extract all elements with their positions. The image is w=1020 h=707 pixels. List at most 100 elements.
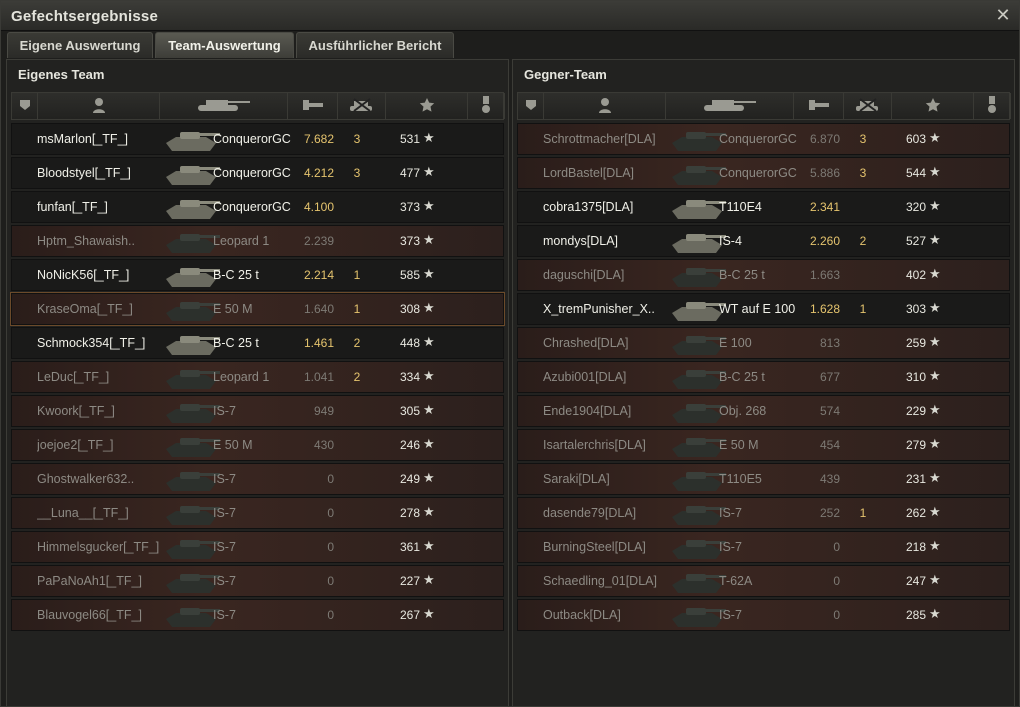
player-row[interactable]: Chrashed[DLA] E 100 813 259 ★ xyxy=(517,327,1010,359)
player-name[interactable]: Hptm_Shawaish.. xyxy=(37,234,177,248)
player-name[interactable]: Azubi001[DLA] xyxy=(543,370,683,384)
player-name[interactable]: Saraki[DLA] xyxy=(543,472,683,486)
player-row[interactable]: Bloodstyel[_TF_] ConquerorGC 4.212 3 477 ★ xyxy=(11,157,504,189)
player-name[interactable]: X_tremPunisher_X.. xyxy=(543,302,683,316)
vehicle-name: IS-7 xyxy=(213,506,236,520)
vehicle-name: IS-7 xyxy=(719,540,742,554)
tab-team-evaluation[interactable]: Team-Auswertung xyxy=(155,32,294,58)
player-name[interactable]: funfan[_TF_] xyxy=(37,200,177,214)
player-row[interactable]: KraseOma[_TF_] E 50 M 1.640 1 308 ★ xyxy=(10,292,505,326)
tab-own-evaluation[interactable]: Eigene Auswertung xyxy=(7,32,153,58)
player-name[interactable]: LordBastel[DLA] xyxy=(543,166,683,180)
column-header-platoon[interactable] xyxy=(12,93,38,119)
column-header-player[interactable] xyxy=(38,93,160,119)
player-row[interactable]: Azubi001[DLA] B-C 25 t 677 310 ★ xyxy=(517,361,1010,393)
damage-value: 4.212 xyxy=(303,166,334,180)
player-name[interactable]: NoNicK56[_TF_] xyxy=(37,268,177,282)
damage-value: 0 xyxy=(833,540,840,554)
xp-value: 227 xyxy=(399,574,420,588)
player-name[interactable]: KraseOma[_TF_] xyxy=(37,302,177,316)
close-icon[interactable]: ✕ xyxy=(993,5,1013,25)
column-header-tank[interactable] xyxy=(160,93,288,119)
player-name[interactable]: Ghostwalker632.. xyxy=(37,472,177,486)
player-row[interactable]: X_tremPunisher_X.. WT auf E 100 1.628 1 303 ★ xyxy=(517,293,1010,325)
player-row[interactable]: cobra1375[DLA] T110E4 2.341 320 ★ xyxy=(517,191,1010,223)
player-row[interactable]: Himmelsgucker[_TF_] IS-7 0 361 ★ xyxy=(11,531,504,563)
player-row[interactable]: Schmock354[_TF_] B-C 25 t 1.461 2 448 ★ xyxy=(11,327,504,359)
vehicle-name: Leopard 1 xyxy=(213,234,270,248)
player-name[interactable]: Schrottmacher[DLA] xyxy=(543,132,683,146)
player-name[interactable]: Ende1904[DLA] xyxy=(543,404,683,418)
damage-value: 430 xyxy=(313,438,334,452)
enemy-team-panel: Gegner-Team Schrottmacher[DLA] ConquerorG… xyxy=(512,59,1015,707)
player-name[interactable]: Schmock354[_TF_] xyxy=(37,336,177,350)
column-header-damage[interactable] xyxy=(288,93,338,119)
damage-value: 454 xyxy=(819,438,840,452)
player-name[interactable]: Isartalerchris[DLA] xyxy=(543,438,683,452)
column-header-platoon[interactable] xyxy=(518,93,544,119)
player-name[interactable]: PaPaNoAh1[_TF_] xyxy=(37,574,177,588)
player-row[interactable]: __Luna__[_TF_] IS-7 0 278 ★ xyxy=(11,497,504,529)
tab-detailed-report[interactable]: Ausführlicher Bericht xyxy=(296,32,454,58)
player-name[interactable]: Schaedling_01[DLA] xyxy=(543,574,683,588)
damage-value: 0 xyxy=(327,540,334,554)
player-row[interactable]: BurningSteel[DLA] IS-7 0 218 ★ xyxy=(517,531,1010,563)
player-name[interactable]: Blauvogel66[_TF_] xyxy=(37,608,177,622)
player-row[interactable]: PaPaNoAh1[_TF_] IS-7 0 227 ★ xyxy=(11,565,504,597)
player-name[interactable]: daguschi[DLA] xyxy=(543,268,683,282)
player-row[interactable]: Saraki[DLA] T110E5 439 231 ★ xyxy=(517,463,1010,495)
player-row[interactable]: dasende79[DLA] IS-7 252 1 262 ★ xyxy=(517,497,1010,529)
player-name[interactable]: Outback[DLA] xyxy=(543,608,683,622)
player-row[interactable]: daguschi[DLA] B-C 25 t 1.663 402 ★ xyxy=(517,259,1010,291)
star-icon: ★ xyxy=(423,470,435,485)
column-header-medal[interactable] xyxy=(974,93,1011,119)
column-header-tank[interactable] xyxy=(666,93,794,119)
player-name[interactable]: cobra1375[DLA] xyxy=(543,200,683,214)
player-name[interactable]: BurningSteel[DLA] xyxy=(543,540,683,554)
star-icon: ★ xyxy=(929,130,941,145)
player-row[interactable]: Hptm_Shawaish.. Leopard 1 2.239 373 ★ xyxy=(11,225,504,257)
column-header-kills[interactable] xyxy=(338,93,386,119)
kills-value: 2 xyxy=(859,234,867,248)
platoon-icon xyxy=(18,98,32,115)
xp-value: 531 xyxy=(399,132,420,146)
player-name[interactable]: Chrashed[DLA] xyxy=(543,336,683,350)
column-header-damage[interactable] xyxy=(794,93,844,119)
player-row[interactable]: NoNicK56[_TF_] B-C 25 t 2.214 1 585 ★ xyxy=(11,259,504,291)
player-row[interactable]: Isartalerchris[DLA] E 50 M 454 279 ★ xyxy=(517,429,1010,461)
player-row[interactable]: Schrottmacher[DLA] ConquerorGC 6.870 3 603 ★ xyxy=(517,123,1010,155)
player-row[interactable]: LeDuc[_TF_] Leopard 1 1.041 2 334 ★ xyxy=(11,361,504,393)
column-header-xp[interactable] xyxy=(386,93,468,119)
player-row[interactable]: Ghostwalker632.. IS-7 0 249 ★ xyxy=(11,463,504,495)
column-header-player[interactable] xyxy=(544,93,666,119)
column-header-xp[interactable] xyxy=(892,93,974,119)
damage-icon xyxy=(807,97,831,116)
column-header-medal[interactable] xyxy=(468,93,505,119)
own-team-title: Eigenes Team xyxy=(18,67,105,82)
player-name[interactable]: mondys[DLA] xyxy=(543,234,683,248)
xp-value: 585 xyxy=(399,268,420,282)
player-name[interactable]: __Luna__[_TF_] xyxy=(37,506,177,520)
star-icon: ★ xyxy=(423,130,435,145)
player-row[interactable]: msMarlon[_TF_] ConquerorGC 7.682 3 531 ★ xyxy=(11,123,504,155)
star-icon: ★ xyxy=(423,232,435,247)
player-name[interactable]: Bloodstyel[_TF_] xyxy=(37,166,177,180)
player-row[interactable]: joejoe2[_TF_] E 50 M 430 246 ★ xyxy=(11,429,504,461)
player-name[interactable]: Kwoork[_TF_] xyxy=(37,404,177,418)
player-name[interactable]: Himmelsgucker[_TF_] xyxy=(37,540,177,554)
player-row[interactable]: mondys[DLA] IS-4 2.260 2 527 ★ xyxy=(517,225,1010,257)
player-name[interactable]: msMarlon[_TF_] xyxy=(37,132,177,146)
star-icon: ★ xyxy=(423,334,435,349)
player-row[interactable]: Blauvogel66[_TF_] IS-7 0 267 ★ xyxy=(11,599,504,631)
player-row[interactable]: Schaedling_01[DLA] T-62A 0 247 ★ xyxy=(517,565,1010,597)
player-name[interactable]: joejoe2[_TF_] xyxy=(37,438,177,452)
player-row[interactable]: funfan[_TF_] ConquerorGC 4.100 373 ★ xyxy=(11,191,504,223)
xp-value: 334 xyxy=(399,370,420,384)
player-name[interactable]: dasende79[DLA] xyxy=(543,506,683,520)
player-row[interactable]: LordBastel[DLA] ConquerorGC 5.886 3 544 ★ xyxy=(517,157,1010,189)
player-row[interactable]: Kwoork[_TF_] IS-7 949 305 ★ xyxy=(11,395,504,427)
player-name[interactable]: LeDuc[_TF_] xyxy=(37,370,177,384)
player-row[interactable]: Ende1904[DLA] Obj. 268 574 229 ★ xyxy=(517,395,1010,427)
column-header-kills[interactable] xyxy=(844,93,892,119)
player-row[interactable]: Outback[DLA] IS-7 0 285 ★ xyxy=(517,599,1010,631)
